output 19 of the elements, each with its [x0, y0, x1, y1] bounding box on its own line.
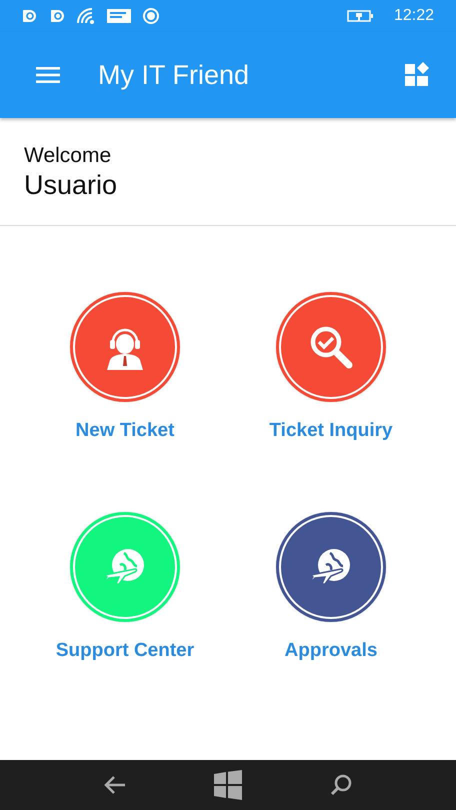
tile-button[interactable]: Support Center [56, 512, 194, 662]
search-button[interactable] [328, 773, 353, 797]
menu-button[interactable] [36, 66, 60, 84]
windows-button[interactable] [214, 770, 242, 800]
tile-button[interactable]: Approvals [276, 512, 386, 662]
message-icon [106, 7, 132, 25]
alarm-icon [48, 7, 66, 25]
tile-button[interactable]: New Ticket [70, 292, 180, 442]
app-title: My IT Friend [98, 60, 250, 90]
tile-button[interactable]: Ticket Inquiry [269, 292, 393, 442]
location-icon [142, 7, 160, 25]
magnifier-check-icon [308, 324, 354, 370]
user-name: Usuario [24, 170, 118, 201]
wifi-icon [76, 7, 96, 25]
widgets-button[interactable] [404, 62, 430, 88]
alarm-icon [20, 7, 38, 25]
clock-time: 12:22 [394, 7, 434, 25]
welcome-text: Welcome [24, 144, 112, 168]
back-button[interactable] [103, 775, 128, 795]
